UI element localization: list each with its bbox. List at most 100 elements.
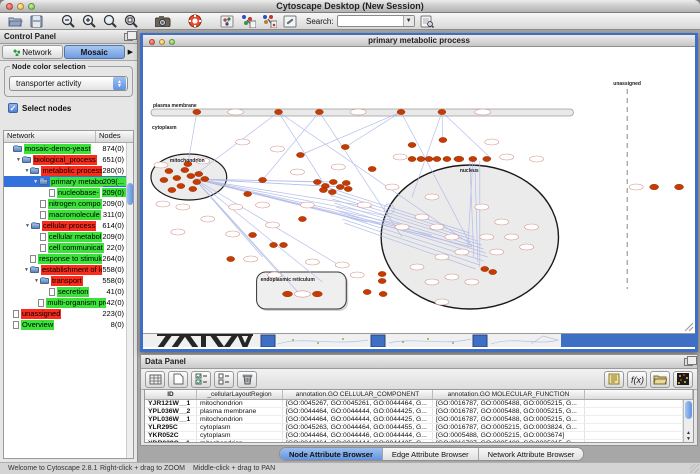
table-column-header[interactable]: ID bbox=[145, 390, 197, 399]
node-color-combobox[interactable]: transporter activity ▲▼ bbox=[9, 76, 128, 91]
window-resize-grip[interactable] bbox=[690, 464, 699, 473]
background-edges bbox=[278, 336, 558, 344]
zoom-out-icon[interactable] bbox=[59, 14, 77, 29]
open-folder-icon[interactable] bbox=[6, 14, 24, 29]
table-cell: mitochondrion bbox=[197, 440, 283, 443]
node-color-selected-value: transporter activity bbox=[16, 79, 81, 88]
function-builder-icon[interactable]: f(x) bbox=[627, 371, 647, 388]
tree-row[interactable]: unassigned223(0) bbox=[4, 308, 126, 319]
select-attributes-icon[interactable] bbox=[191, 371, 211, 388]
tree-row-label: metabolic process bbox=[41, 166, 102, 176]
mitochondrion-label: mitochondrion bbox=[170, 158, 205, 164]
search-input[interactable]: ▼ bbox=[337, 15, 415, 27]
desktop-area: primary metabolic process bbox=[138, 30, 700, 462]
tabs-overflow-arrow[interactable]: ▶ bbox=[126, 48, 135, 56]
tree-row[interactable]: nucleobase-209(0) bbox=[4, 187, 126, 198]
snapshot-camera-icon[interactable] bbox=[154, 14, 172, 29]
document-icon bbox=[40, 200, 46, 208]
endoplasmic-reticulum-label: endoplasmic reticulum bbox=[261, 277, 316, 283]
table-column-header[interactable]: annotation.GO MOLECULAR_FUNCTION bbox=[433, 390, 585, 399]
data-panel-float-icon[interactable] bbox=[684, 358, 693, 366]
delete-attribute-trash-icon[interactable] bbox=[237, 371, 257, 388]
tree-row[interactable]: response to stimulu264(0) bbox=[4, 253, 126, 264]
select-nodes-label: Select nodes bbox=[22, 104, 71, 113]
table-row[interactable]: YPL036W__1mitochondrion[GO:0044464, GO:0… bbox=[145, 416, 683, 424]
unselect-attributes-icon[interactable] bbox=[214, 371, 234, 388]
tree-row[interactable]: multi-organism pro42(0) bbox=[4, 297, 126, 308]
table-row[interactable]: YJR121W__1mitochondrion[GO:0045267, GO:0… bbox=[145, 400, 683, 408]
tree-row[interactable]: ▼metabolic process280(0) bbox=[4, 165, 126, 176]
tab-network[interactable]: Network bbox=[2, 45, 63, 59]
table-cell: [GO:0045263, GO:0044464, GO:0044455, G..… bbox=[283, 424, 433, 431]
tree-row[interactable]: ▼establishment of lo558(0) bbox=[4, 264, 126, 275]
window-titlebar: Cytoscape Desktop (New Session) bbox=[0, 0, 700, 13]
document-icon bbox=[40, 233, 46, 241]
table-row[interactable]: YKR052Ccytoplasm[GO:0044464, GO:0044446,… bbox=[145, 432, 683, 440]
import-folder-icon[interactable] bbox=[650, 371, 670, 388]
cytoplasm-label: cytoplasm bbox=[152, 125, 177, 131]
float-panel-icon[interactable] bbox=[124, 33, 133, 41]
tree-row-label: unassigned bbox=[21, 309, 61, 319]
network-frame-titlebar[interactable]: primary metabolic process bbox=[143, 33, 695, 47]
tab-mosaic[interactable]: Mosaic bbox=[64, 45, 125, 59]
layout-a-icon[interactable] bbox=[239, 14, 257, 29]
zoom-in-icon[interactable] bbox=[80, 14, 98, 29]
matrix-heatmap-icon[interactable] bbox=[673, 371, 693, 388]
search-dropdown-arrow[interactable]: ▼ bbox=[403, 16, 414, 26]
attribute-list-icon[interactable] bbox=[604, 371, 624, 388]
select-nodes-row: ✓ Select nodes bbox=[8, 103, 137, 113]
table-scrollbar[interactable]: ▲▼ bbox=[683, 400, 693, 442]
tree-col-nodes[interactable]: Nodes bbox=[96, 131, 133, 142]
control-panel: Control Panel Network Mosaic ▶ Node colo… bbox=[0, 30, 138, 462]
tree-expand-arrow-icon[interactable]: ▼ bbox=[33, 278, 40, 284]
table-column-header[interactable]: _cellularLayoutRegion bbox=[197, 390, 283, 399]
attribute-table-icon[interactable] bbox=[145, 371, 165, 388]
tree-row[interactable]: cell communicat22(0) bbox=[4, 242, 126, 253]
tree-row[interactable]: Overview8(0) bbox=[4, 319, 126, 330]
tree-row[interactable]: nitrogen compo209(0) bbox=[4, 198, 126, 209]
zoom-selected-icon[interactable] bbox=[101, 14, 119, 29]
table-row[interactable]: YDR039C__1mitochondrion[GO:0044464, GO:0… bbox=[145, 440, 683, 443]
network-tree-icon bbox=[13, 49, 20, 56]
network-overview-icon[interactable] bbox=[218, 14, 236, 29]
tree-scrollbar[interactable] bbox=[126, 143, 133, 458]
tree-row[interactable]: ▼biological_process651(0) bbox=[4, 154, 126, 165]
tree-expand-arrow-icon[interactable]: ▼ bbox=[32, 179, 39, 185]
tree-row[interactable]: mosaic-demo-yeast874(0) bbox=[4, 143, 126, 154]
node-color-selection-label: Node color selection bbox=[10, 62, 88, 71]
tree-expand-arrow-icon[interactable]: ▼ bbox=[23, 267, 30, 273]
search-index-icon[interactable] bbox=[418, 14, 436, 29]
table-row[interactable]: YPL036W__2plasma membrane[GO:0044464, GO… bbox=[145, 408, 683, 416]
nucleus-region[interactable] bbox=[381, 165, 558, 309]
layout-b-icon[interactable] bbox=[260, 14, 278, 29]
tree-row[interactable]: ▼primary metabo209(... bbox=[4, 176, 126, 187]
background-network-strip bbox=[143, 333, 695, 347]
tree-col-network[interactable]: Network bbox=[4, 131, 96, 142]
tab-edge-attribute-browser[interactable]: Edge Attribute Browser bbox=[383, 448, 479, 460]
select-nodes-checkbox[interactable]: ✓ bbox=[8, 103, 18, 113]
tree-row[interactable]: ▼transport558(0) bbox=[4, 275, 126, 286]
tree-row[interactable]: ▼cellular process614(0) bbox=[4, 220, 126, 231]
tree-row[interactable]: macromolecule311(0) bbox=[4, 209, 126, 220]
tree-row-node-count: 558(0) bbox=[102, 276, 126, 285]
annotation-page-icon[interactable] bbox=[281, 14, 299, 29]
tree-row[interactable]: secretion41(0) bbox=[4, 286, 126, 297]
canvas-resize-grip[interactable] bbox=[685, 323, 693, 331]
zoom-fit-icon[interactable] bbox=[122, 14, 140, 29]
tree-expand-arrow-icon[interactable]: ▼ bbox=[24, 223, 31, 229]
tree-expand-arrow-icon[interactable]: ▼ bbox=[23, 168, 30, 174]
tab-node-attribute-browser[interactable]: Node Attribute Browser bbox=[280, 448, 383, 460]
control-panel-header: Control Panel bbox=[0, 30, 137, 44]
tree-expand-arrow-icon[interactable]: ▼ bbox=[15, 157, 22, 163]
help-lifering-icon[interactable] bbox=[186, 14, 204, 29]
attribute-table-header[interactable]: ID_cellularLayoutRegionannotation.GO CEL… bbox=[145, 390, 693, 400]
new-attribute-icon[interactable] bbox=[168, 371, 188, 388]
tree-row[interactable]: cellular metabol209(0) bbox=[4, 231, 126, 242]
tab-network-attribute-browser[interactable]: Network Attribute Browser bbox=[479, 448, 584, 460]
network-graph: plasma membrane cytoplasm mitochondrion … bbox=[143, 47, 695, 333]
save-disk-icon[interactable] bbox=[27, 14, 45, 29]
table-row[interactable]: YLR295Ccytoplasm[GO:0045263, GO:0044464,… bbox=[145, 424, 683, 432]
table-column-header[interactable]: annotation.GO CELLULAR_COMPONENT bbox=[283, 390, 433, 399]
tree-row-node-count: 209(0) bbox=[102, 232, 126, 241]
network-canvas[interactable]: plasma membrane cytoplasm mitochondrion … bbox=[143, 47, 695, 333]
